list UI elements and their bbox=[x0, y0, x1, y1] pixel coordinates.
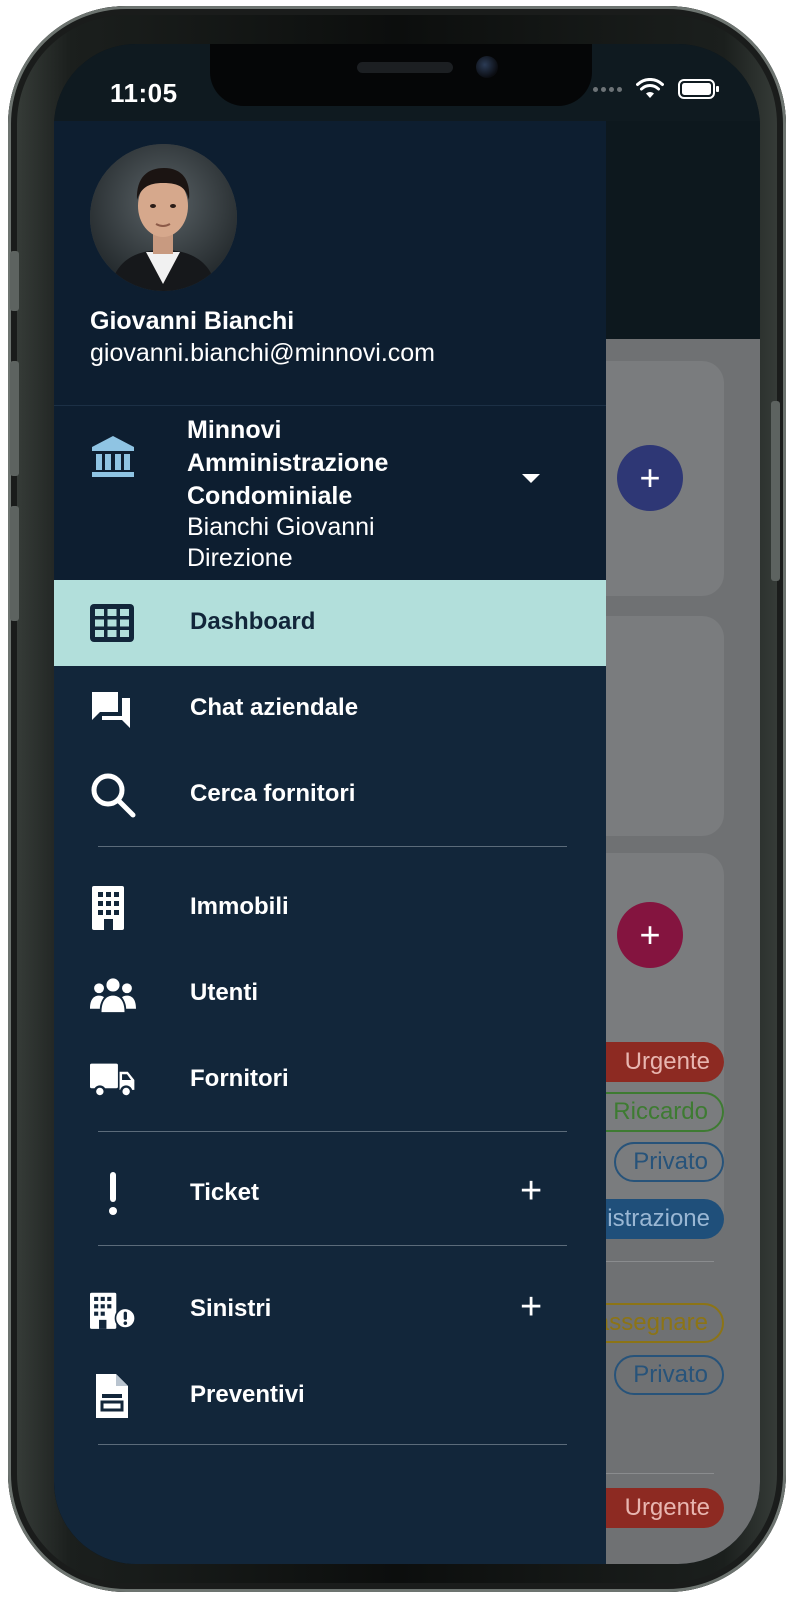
divider bbox=[98, 1444, 567, 1445]
user-email: giovanni.bianchi@minnovi.com bbox=[90, 339, 435, 367]
company-name-line: Amministrazione bbox=[187, 449, 389, 477]
menu-item-suppliers[interactable]: Fornitori bbox=[54, 1037, 606, 1123]
menu-item-claims[interactable]: Sinistri + bbox=[54, 1267, 606, 1353]
menu-label: Preventivi bbox=[190, 1381, 305, 1408]
company-details: Bianchi Giovanni Direzione bbox=[187, 512, 375, 574]
menu-label: Cerca fornitori bbox=[190, 780, 356, 807]
status-bar: 11:05 bbox=[54, 44, 760, 121]
grid-icon bbox=[90, 601, 136, 645]
notch bbox=[210, 44, 592, 106]
company-name-line: Condominiale bbox=[187, 482, 353, 510]
status-icons bbox=[593, 78, 720, 100]
avatar[interactable] bbox=[90, 144, 237, 291]
menu-item-tickets[interactable]: Ticket + bbox=[54, 1151, 606, 1237]
add-ticket-button[interactable]: + bbox=[520, 1169, 542, 1213]
divider bbox=[98, 846, 567, 847]
bank-icon bbox=[92, 436, 134, 477]
wifi-icon bbox=[636, 78, 664, 98]
forum-icon bbox=[90, 687, 136, 731]
menu-item-properties[interactable]: Immobili bbox=[54, 865, 606, 951]
private-chip: Privato bbox=[614, 1355, 724, 1395]
navigation-drawer: Giovanni Bianchi giovanni.bianchi@minnov… bbox=[54, 121, 606, 1564]
company-role: Direzione bbox=[187, 544, 293, 572]
company-name: Minnovi Amministrazione Condominiale bbox=[187, 414, 487, 513]
front-camera bbox=[476, 56, 498, 78]
menu-label: Fornitori bbox=[190, 1065, 289, 1092]
search-icon bbox=[90, 773, 136, 818]
menu-item-users[interactable]: Utenti bbox=[54, 951, 606, 1037]
menu-label: Immobili bbox=[190, 893, 289, 920]
speaker bbox=[357, 62, 453, 73]
add-fab-button[interactable]: + bbox=[617, 445, 683, 511]
menu-item-dashboard[interactable]: Dashboard bbox=[54, 580, 606, 666]
menu-label: Dashboard bbox=[190, 608, 316, 635]
company-selector[interactable]: Minnovi Amministrazione Condominiale Bia… bbox=[54, 405, 606, 581]
phone-frame: 11:05 + + Urgente Riccardo Privato inist… bbox=[8, 6, 786, 1592]
menu-item-chat[interactable]: Chat aziendale bbox=[54, 666, 606, 752]
users-icon bbox=[90, 972, 136, 1016]
battery-icon bbox=[678, 79, 719, 99]
menu-item-quotes[interactable]: Preventivi bbox=[54, 1353, 606, 1439]
add-claim-button[interactable]: + bbox=[520, 1285, 542, 1329]
user-name: Giovanni Bianchi bbox=[90, 307, 295, 335]
mute-switch bbox=[10, 251, 19, 311]
menu-item-search-suppliers[interactable]: Cerca fornitori bbox=[54, 752, 606, 838]
exclamation-icon bbox=[90, 1172, 136, 1216]
avatar-photo bbox=[90, 144, 237, 291]
power-button bbox=[771, 401, 780, 581]
add-fab-button[interactable]: + bbox=[617, 902, 683, 968]
divider bbox=[98, 1245, 567, 1246]
building-alert-icon bbox=[90, 1288, 136, 1332]
document-icon bbox=[90, 1374, 136, 1418]
caret-down-icon[interactable] bbox=[522, 474, 540, 483]
building-icon bbox=[90, 886, 136, 930]
divider bbox=[98, 1131, 567, 1132]
status-time: 11:05 bbox=[110, 78, 178, 108]
menu-label: Sinistri bbox=[190, 1295, 272, 1322]
menu-label: Utenti bbox=[190, 979, 258, 1006]
drawer-header: Giovanni Bianchi giovanni.bianchi@minnov… bbox=[54, 121, 606, 405]
signal-icon bbox=[593, 86, 622, 92]
truck-icon bbox=[90, 1058, 136, 1102]
volume-down-button bbox=[10, 506, 19, 621]
screen: 11:05 + + Urgente Riccardo Privato inist… bbox=[54, 44, 760, 1564]
volume-up-button bbox=[10, 361, 19, 476]
menu-label: Chat aziendale bbox=[190, 694, 359, 721]
private-chip: Privato bbox=[614, 1142, 724, 1182]
menu-label: Ticket bbox=[190, 1179, 259, 1206]
company-name-line: Minnovi bbox=[187, 416, 282, 444]
company-person: Bianchi Giovanni bbox=[187, 513, 375, 541]
